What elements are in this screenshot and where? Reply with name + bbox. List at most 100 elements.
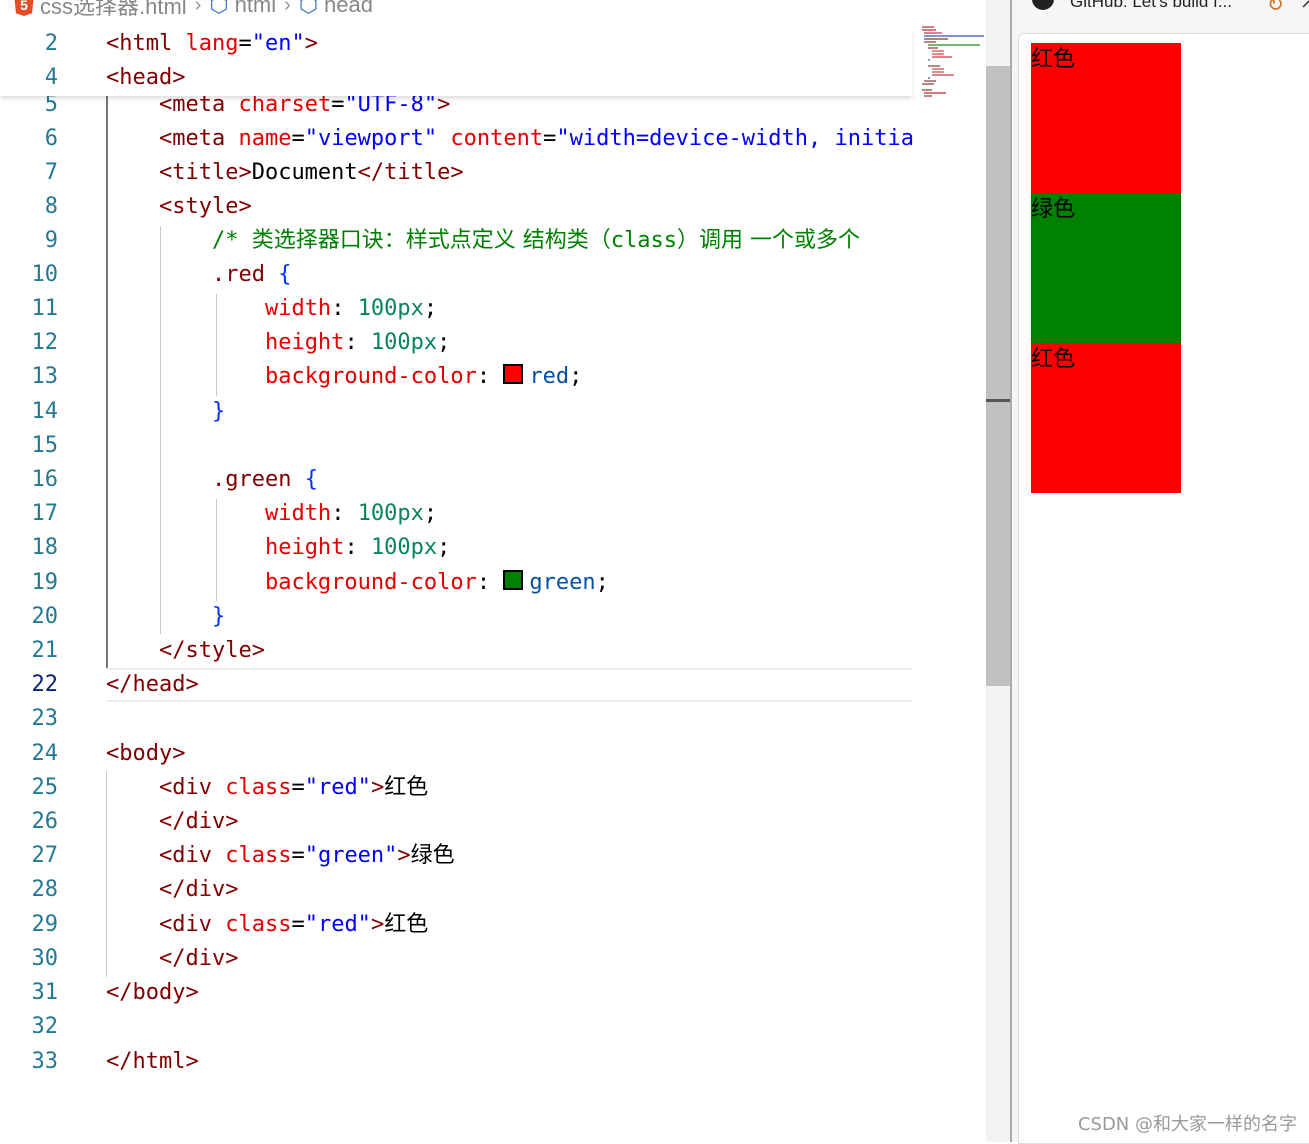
- code-text[interactable]: }: [106, 395, 225, 429]
- reload-icon[interactable]: ↻: [1267, 0, 1284, 17]
- html5-icon: 5: [14, 0, 34, 16]
- code-line[interactable]: 10 .red {: [0, 258, 912, 292]
- line-number: 13: [31, 364, 59, 389]
- code-text[interactable]: width: 100px;: [106, 292, 437, 326]
- code-line[interactable]: 11 width: 100px;: [0, 292, 912, 326]
- code-text[interactable]: </html>: [106, 1045, 199, 1079]
- code-text[interactable]: </style>: [106, 634, 265, 668]
- code-line[interactable]: 7 <title>Document</title>: [0, 156, 912, 190]
- box-label: 红色: [1031, 347, 1076, 372]
- line-number: 28: [31, 877, 59, 902]
- watermark: CSDN @和大家一样的名字: [1077, 1114, 1297, 1135]
- code-text[interactable]: }: [106, 600, 225, 634]
- browser-pane: GitHub: Let's build f... ↻ ↗ 红色 绿色 红色 CS…: [1010, 0, 1309, 1144]
- code-text[interactable]: <body>: [106, 737, 185, 771]
- line-number: 29: [31, 912, 59, 937]
- line-number: 4: [44, 65, 58, 90]
- indent-guide: [106, 771, 107, 977]
- scrollbar-thumb[interactable]: [986, 66, 1010, 686]
- code-line[interactable]: 19 background-color: green;: [0, 566, 912, 600]
- code-text[interactable]: <head>: [106, 61, 185, 95]
- indent-guide: [216, 499, 217, 601]
- line-number: 7: [44, 160, 58, 185]
- code-text[interactable]: <style>: [106, 190, 252, 224]
- breadcrumb: 5 css选择器.html › ⬡ html › ⬡ head: [0, 0, 912, 20]
- code-line[interactable]: 14 }: [0, 395, 912, 429]
- line-number: 30: [31, 946, 59, 971]
- line-number: 12: [31, 330, 59, 355]
- code-line[interactable]: 12 height: 100px;: [0, 326, 912, 360]
- chevron-right-icon: ›: [194, 0, 202, 16]
- github-icon: [1032, 0, 1054, 10]
- code-text[interactable]: </div>: [106, 873, 238, 907]
- code-text[interactable]: .green {: [106, 463, 318, 497]
- code-line[interactable]: 24 <body>: [0, 737, 912, 771]
- sticky-scroll-header[interactable]: 2 <html lang="en"> 4 <head>: [0, 28, 912, 96]
- code-line[interactable]: 2 <html lang="en">: [0, 27, 912, 61]
- breadcrumb-file[interactable]: 5 css选择器.html: [0, 0, 187, 21]
- line-number: 11: [31, 296, 59, 321]
- code-text[interactable]: /* 类选择器口诀：样式点定义 结构类（class）调用 一个或多个: [106, 224, 860, 258]
- code-line[interactable]: 27 <div class="green">绿色: [0, 839, 912, 873]
- browser-tab-title[interactable]: GitHub: Let's build f...: [1070, 0, 1232, 12]
- cube-icon: ⬡: [209, 0, 229, 17]
- code-editor[interactable]: 5 css选择器.html › ⬡ html › ⬡ head 2 <html l…: [0, 0, 1010, 1142]
- indent-guide: [160, 226, 161, 634]
- code-text[interactable]: </body>: [106, 976, 199, 1010]
- code-text[interactable]: height: 100px;: [106, 531, 450, 565]
- code-text[interactable]: <meta name="viewport" content="width=dev…: [106, 122, 1010, 156]
- code-text[interactable]: </div>: [106, 942, 238, 976]
- code-line[interactable]: 20 }: [0, 600, 912, 634]
- code-text[interactable]: .red {: [106, 258, 291, 292]
- line-number: 33: [31, 1049, 59, 1074]
- code-line[interactable]: 31 </body>: [0, 976, 912, 1010]
- code-text[interactable]: background-color: green;: [106, 566, 609, 600]
- code-line[interactable]: 33 </html>: [0, 1045, 912, 1079]
- code-line[interactable]: 32: [0, 1010, 912, 1044]
- code-text[interactable]: <title>Document</title>: [106, 156, 464, 190]
- code-line[interactable]: 28 </div>: [0, 873, 912, 907]
- code-line[interactable]: 13 background-color: red;: [0, 360, 912, 394]
- code-text[interactable]: background-color: red;: [106, 360, 582, 394]
- vertical-scrollbar[interactable]: [986, 0, 1010, 1142]
- breadcrumb-item-html[interactable]: ⬡ html: [209, 0, 276, 18]
- browser-tab-bar[interactable]: GitHub: Let's build f... ↻ ↗: [1012, 0, 1309, 30]
- line-number: 9: [44, 228, 58, 253]
- indent-guide: [216, 294, 217, 396]
- code-line[interactable]: 18 height: 100px;: [0, 531, 912, 565]
- code-line[interactable]: 16 .green {: [0, 463, 912, 497]
- code-line[interactable]: 17 width: 100px;: [0, 497, 912, 531]
- code-line[interactable]: 30 </div>: [0, 942, 912, 976]
- line-number: 19: [31, 570, 59, 595]
- code-line[interactable]: 29 <div class="red">红色: [0, 908, 912, 942]
- code-text[interactable]: <div class="green">绿色: [106, 839, 455, 873]
- red-box: 红色: [1031, 343, 1181, 493]
- line-number: 20: [31, 604, 59, 629]
- code-line[interactable]: 4 <head>: [0, 61, 912, 95]
- line-number: 17: [31, 501, 59, 526]
- code-text[interactable]: </div>: [106, 805, 238, 839]
- code-text[interactable]: height: 100px;: [106, 326, 450, 360]
- code-text[interactable]: width: 100px;: [106, 497, 437, 531]
- breadcrumb-item-head[interactable]: ⬡ head: [299, 0, 373, 18]
- code-line[interactable]: 9 /* 类选择器口诀：样式点定义 结构类（class）调用 一个或多个: [0, 224, 912, 258]
- code-line[interactable]: 26 </div>: [0, 805, 912, 839]
- line-number: 2: [44, 31, 58, 56]
- minimap[interactable]: [914, 0, 986, 1142]
- red-box: 红色: [1031, 43, 1181, 193]
- code-line[interactable]: 15: [0, 429, 912, 463]
- new-tab-icon[interactable]: ↗: [1300, 0, 1309, 13]
- box-label: 绿色: [1031, 197, 1076, 222]
- code-line[interactable]: 21 </style>: [0, 634, 912, 668]
- code-text[interactable]: <html lang="en">: [106, 27, 318, 61]
- code-text[interactable]: <div class="red">红色: [106, 771, 428, 805]
- code-line[interactable]: 8 <style>: [0, 190, 912, 224]
- indent-guide: [106, 96, 108, 668]
- green-box: 绿色: [1031, 193, 1181, 343]
- line-number: 15: [31, 433, 59, 458]
- code-line[interactable]: 25 <div class="red">红色: [0, 771, 912, 805]
- code-line[interactable]: 23: [0, 702, 912, 736]
- code-line[interactable]: 6 <meta name="viewport" content="width=d…: [0, 122, 1010, 156]
- code-text[interactable]: <div class="red">红色: [106, 908, 428, 942]
- line-number: 23: [31, 706, 59, 731]
